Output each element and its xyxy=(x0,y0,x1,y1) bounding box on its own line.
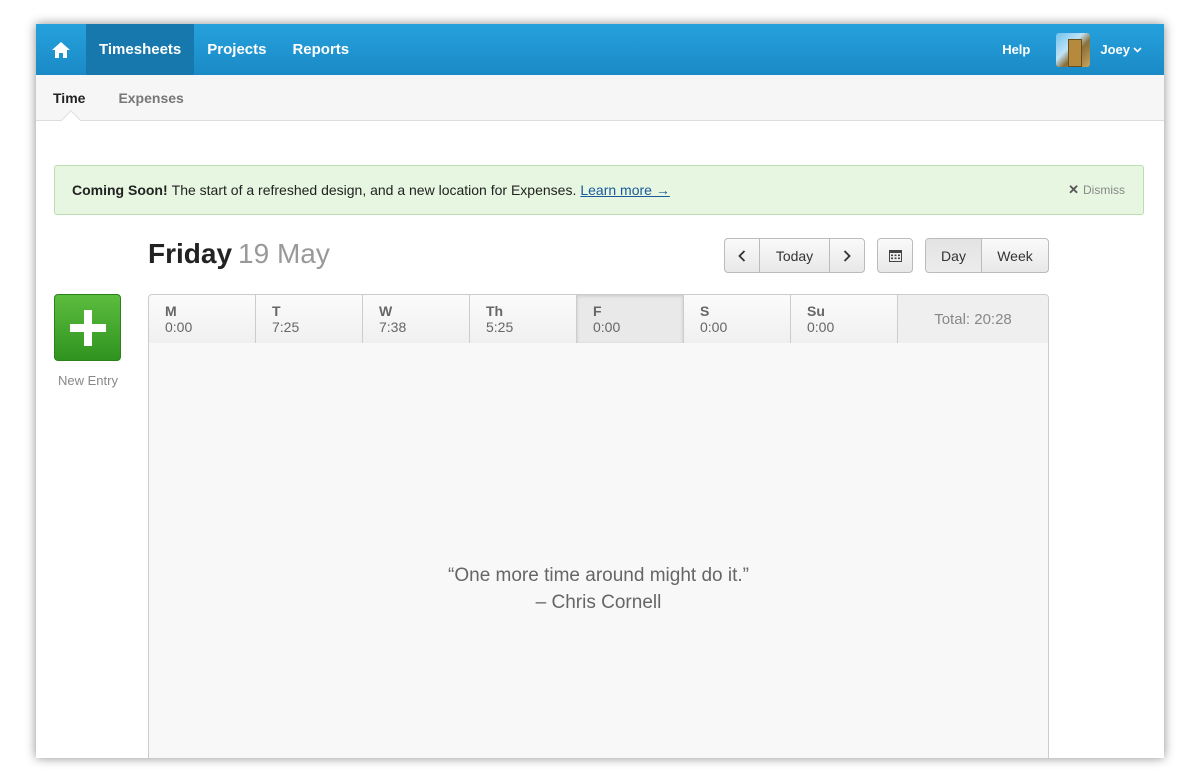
sub-navigation: Time Expenses xyxy=(36,75,1164,130)
day-tab-sunday[interactable]: Su 0:00 xyxy=(791,295,898,343)
top-navigation: Timesheets Projects Reports Help Joey xyxy=(36,24,1164,75)
chevron-down-icon xyxy=(1133,46,1142,53)
day-view-button[interactable]: Day xyxy=(926,239,982,272)
day-tab-thursday[interactable]: Th 5:25 xyxy=(470,295,577,343)
day-name: W xyxy=(379,303,393,319)
day-tab-tuesday[interactable]: T 7:25 xyxy=(256,295,363,343)
day-name: Th xyxy=(486,303,504,319)
chevron-right-icon xyxy=(843,249,851,262)
day-hours: 0:00 xyxy=(807,319,835,335)
close-icon: ✕ xyxy=(1068,182,1079,197)
week-view-button[interactable]: Week xyxy=(982,239,1048,272)
day-name: F xyxy=(593,303,602,319)
day-name: S xyxy=(700,303,710,319)
today-button[interactable]: Today xyxy=(760,239,830,272)
main-content: Coming Soon! The start of a refreshed de… xyxy=(36,121,1164,758)
dismiss-button[interactable]: ✕ Dismiss xyxy=(1068,182,1125,198)
app-window: Timesheets Projects Reports Help Joey Ti… xyxy=(36,24,1164,758)
next-day-button[interactable] xyxy=(830,239,864,272)
week-total: Total: 20:28 xyxy=(898,295,1048,343)
day-name: T xyxy=(272,303,281,319)
chevron-left-icon xyxy=(738,249,746,262)
day-hours: 7:25 xyxy=(272,319,300,335)
nav-timesheets[interactable]: Timesheets xyxy=(86,24,195,75)
day-tab-wednesday[interactable]: W 7:38 xyxy=(363,295,470,343)
day-name: Su xyxy=(807,303,825,319)
date-navigation: Today xyxy=(724,238,865,273)
previous-day-button[interactable] xyxy=(725,239,760,272)
day-hours: 0:00 xyxy=(700,319,728,335)
home-button[interactable] xyxy=(36,24,86,75)
calendar-button[interactable] xyxy=(877,238,913,273)
quote-author: – Chris Cornell xyxy=(535,592,662,613)
notification-banner: Coming Soon! The start of a refreshed de… xyxy=(54,165,1144,215)
new-entry-label: New Entry xyxy=(58,373,118,388)
nav-reports[interactable]: Reports xyxy=(279,24,362,75)
tab-time[interactable]: Time xyxy=(53,90,85,106)
new-entry-button[interactable] xyxy=(54,294,121,361)
home-icon xyxy=(52,41,70,58)
plus-icon xyxy=(69,309,106,346)
day-hours: 5:25 xyxy=(486,319,514,335)
user-menu[interactable]: Joey xyxy=(1100,42,1142,57)
nav-projects[interactable]: Projects xyxy=(194,24,279,75)
day-hours: 0:00 xyxy=(593,319,621,335)
user-area: Help Joey xyxy=(1002,24,1164,75)
banner-message: The start of a refreshed design, and a n… xyxy=(171,182,577,198)
page-title: Friday 19 May xyxy=(148,238,330,270)
avatar[interactable] xyxy=(1056,32,1091,67)
tab-expenses[interactable]: Expenses xyxy=(118,90,183,106)
week-summary: M 0:00 T 7:25 W 7:38 Th 5:25 F 0:00 S 0:… xyxy=(148,294,1049,344)
dismiss-label: Dismiss xyxy=(1083,183,1125,197)
day-hours: 7:38 xyxy=(379,319,407,335)
day-tab-saturday[interactable]: S 0:00 xyxy=(684,295,791,343)
user-name: Joey xyxy=(1100,42,1130,57)
calendar-icon xyxy=(888,250,902,262)
banner-headline: Coming Soon! xyxy=(72,182,168,198)
day-name: M xyxy=(165,303,177,319)
entries-panel: “One more time around might do it.” – Ch… xyxy=(148,343,1049,758)
weekday-label: Friday xyxy=(148,238,233,269)
view-toggle: Day Week xyxy=(925,238,1049,273)
quote-text: “One more time around might do it.” xyxy=(448,565,749,586)
day-tab-friday[interactable]: F 0:00 xyxy=(577,295,684,343)
date-label: 19 May xyxy=(238,238,330,269)
day-tab-monday[interactable]: M 0:00 xyxy=(149,295,256,343)
day-hours: 0:00 xyxy=(165,319,193,335)
help-link[interactable]: Help xyxy=(1002,42,1030,57)
learn-more-link[interactable]: Learn more → xyxy=(580,182,669,198)
empty-state-quote: “One more time around might do it.” – Ch… xyxy=(149,562,1048,616)
